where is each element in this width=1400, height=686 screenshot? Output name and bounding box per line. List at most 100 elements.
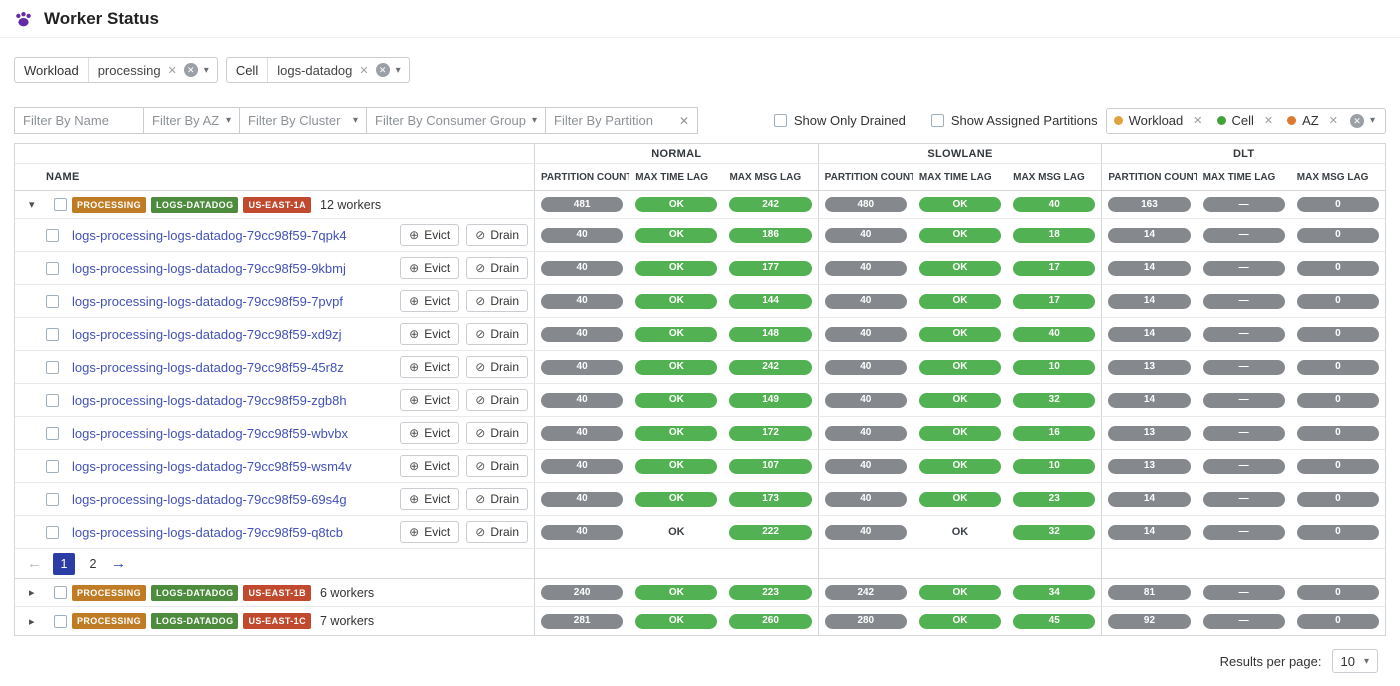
group-row-checkbox[interactable]	[54, 615, 67, 628]
evict-button[interactable]: ⊕Evict	[400, 455, 459, 477]
worker-checkbox[interactable]	[46, 328, 59, 341]
filter-by-name-input[interactable]	[23, 113, 135, 128]
slowlane-group-cells: 40OK10	[818, 450, 1102, 482]
filter-by-consumer-group-select[interactable]: Filter By Consumer Group ▾	[366, 107, 546, 134]
evict-button[interactable]: ⊕Evict	[400, 224, 459, 246]
partition-count-cell: 40	[819, 219, 913, 251]
worker-link[interactable]: logs-processing-logs-datadog-79cc98f59-7…	[72, 228, 347, 243]
evict-icon: ⊕	[409, 328, 419, 340]
show-only-drained-checkbox[interactable]	[774, 114, 787, 127]
show-assigned-partitions-option[interactable]: Show Assigned Partitions	[931, 113, 1098, 128]
worker-checkbox[interactable]	[46, 526, 59, 539]
worker-checkbox[interactable]	[46, 295, 59, 308]
drain-button[interactable]: ⊘Drain	[466, 488, 528, 510]
az-group-row: ▸PROCESSINGLOGS-DATADOGUS-EAST-1C7 worke…	[15, 607, 1385, 635]
badge-us-east-1b: US-EAST-1B	[243, 585, 311, 601]
partition-count-bar: 40	[825, 393, 907, 408]
worker-link[interactable]: logs-processing-logs-datadog-79cc98f59-9…	[72, 261, 346, 276]
workload-value-remove-icon[interactable]: ✕	[164, 64, 181, 77]
time-lag-bar: —	[1203, 585, 1285, 600]
drain-button[interactable]: ⊘Drain	[466, 521, 528, 543]
worker-link[interactable]: logs-processing-logs-datadog-79cc98f59-x…	[72, 327, 342, 342]
evict-button[interactable]: ⊕Evict	[400, 290, 459, 312]
workload-filter-caret-icon[interactable]: ▾	[198, 65, 217, 76]
expand-chevron-icon[interactable]: ▸	[29, 586, 43, 599]
drain-button[interactable]: ⊘Drain	[466, 290, 528, 312]
drain-icon: ⊘	[475, 361, 485, 373]
worker-checkbox[interactable]	[46, 394, 59, 407]
worker-checkbox[interactable]	[46, 493, 59, 506]
drain-button[interactable]: ⊘Drain	[466, 422, 528, 444]
partition-count-cell: 240	[535, 579, 629, 606]
msg-lag-cell: 223	[723, 579, 817, 606]
msg-lag-cell: 10	[1007, 450, 1101, 482]
evict-button[interactable]: ⊕Evict	[400, 356, 459, 378]
partition-count-bar: 240	[541, 585, 623, 600]
drain-button[interactable]: ⊘Drain	[466, 257, 528, 279]
filter-by-partition-clear-icon[interactable]: ✕	[679, 114, 689, 128]
cell-filter-caret-icon[interactable]: ▾	[390, 65, 409, 76]
group-by-az-remove-icon[interactable]: ✕	[1325, 114, 1342, 127]
evict-button[interactable]: ⊕Evict	[400, 389, 459, 411]
drain-button[interactable]: ⊘Drain	[466, 455, 528, 477]
expand-chevron-icon[interactable]: ▸	[29, 615, 43, 628]
evict-button[interactable]: ⊕Evict	[400, 521, 459, 543]
worker-checkbox[interactable]	[46, 427, 59, 440]
partition-count-bar: 40	[825, 261, 907, 276]
worker-link[interactable]: logs-processing-logs-datadog-79cc98f59-w…	[72, 459, 352, 474]
msg-lag-bar: 0	[1297, 294, 1379, 309]
worker-link[interactable]: logs-processing-logs-datadog-79cc98f59-w…	[72, 426, 348, 441]
evict-button[interactable]: ⊕Evict	[400, 422, 459, 444]
msg-lag-cell: 149	[723, 384, 817, 416]
filter-by-az-select[interactable]: Filter By AZ ▾	[143, 107, 240, 134]
partition-count-cell: 40	[819, 417, 913, 449]
msg-lag-cell: 0	[1291, 191, 1385, 218]
group-by-az-label: AZ	[1302, 113, 1319, 128]
page-button-2[interactable]: 2	[86, 557, 100, 571]
worker-checkbox[interactable]	[46, 361, 59, 374]
drain-button[interactable]: ⊘Drain	[466, 389, 528, 411]
filter-by-partition-input[interactable]	[554, 113, 673, 128]
evict-button[interactable]: ⊕Evict	[400, 488, 459, 510]
group-by-clear-icon[interactable]: ✕	[1350, 114, 1364, 128]
group-by-cell-remove-icon[interactable]: ✕	[1260, 114, 1277, 127]
group-by-workload-remove-icon[interactable]: ✕	[1189, 114, 1206, 127]
msg-lag-cell: 148	[723, 318, 817, 350]
worker-link[interactable]: logs-processing-logs-datadog-79cc98f59-q…	[72, 525, 343, 540]
worker-checkbox[interactable]	[46, 460, 59, 473]
msg-lag-cell: 0	[1291, 351, 1385, 383]
drain-button[interactable]: ⊘Drain	[466, 323, 528, 345]
drain-button[interactable]: ⊘Drain	[466, 224, 528, 246]
group-row-checkbox[interactable]	[54, 586, 67, 599]
worker-link[interactable]: logs-processing-logs-datadog-79cc98f59-6…	[72, 492, 347, 507]
normal-group-cells: 40OK144	[534, 285, 818, 317]
cell-value-remove-icon[interactable]: ✕	[355, 64, 372, 77]
workload-filter-clear-icon[interactable]: ✕	[184, 63, 198, 77]
evict-button[interactable]: ⊕Evict	[400, 323, 459, 345]
drain-button[interactable]: ⊘Drain	[466, 356, 528, 378]
show-assigned-partitions-checkbox[interactable]	[931, 114, 944, 127]
collapse-chevron-icon[interactable]: ▾	[29, 198, 43, 211]
group-by-caret-icon[interactable]: ▾	[1364, 115, 1383, 126]
evict-button[interactable]: ⊕Evict	[400, 257, 459, 279]
worker-checkbox[interactable]	[46, 229, 59, 242]
evict-label: Evict	[424, 426, 450, 440]
time-lag-cell: —	[1197, 483, 1291, 515]
next-page-arrow-icon[interactable]: →	[111, 555, 126, 572]
page-button-1[interactable]: 1	[53, 553, 75, 575]
time-lag-bar: OK	[635, 393, 717, 408]
msg-lag-bar: 10	[1013, 459, 1095, 474]
results-per-page-select[interactable]: 10 ▾	[1332, 649, 1379, 673]
worker-link[interactable]: logs-processing-logs-datadog-79cc98f59-z…	[72, 393, 347, 408]
column-header-msg-lag: MAX MSG LAG	[723, 164, 817, 190]
evict-icon: ⊕	[409, 229, 419, 241]
cell-filter-clear-icon[interactable]: ✕	[376, 63, 390, 77]
show-only-drained-option[interactable]: Show Only Drained	[774, 113, 906, 128]
time-lag-bar: —	[1203, 294, 1285, 309]
worker-link[interactable]: logs-processing-logs-datadog-79cc98f59-4…	[72, 360, 344, 375]
prev-page-arrow-icon[interactable]: ←	[27, 555, 42, 572]
group-row-checkbox[interactable]	[54, 198, 67, 211]
filter-by-cluster-select[interactable]: Filter By Cluster ▾	[239, 107, 367, 134]
worker-link[interactable]: logs-processing-logs-datadog-79cc98f59-7…	[72, 294, 343, 309]
worker-checkbox[interactable]	[46, 262, 59, 275]
